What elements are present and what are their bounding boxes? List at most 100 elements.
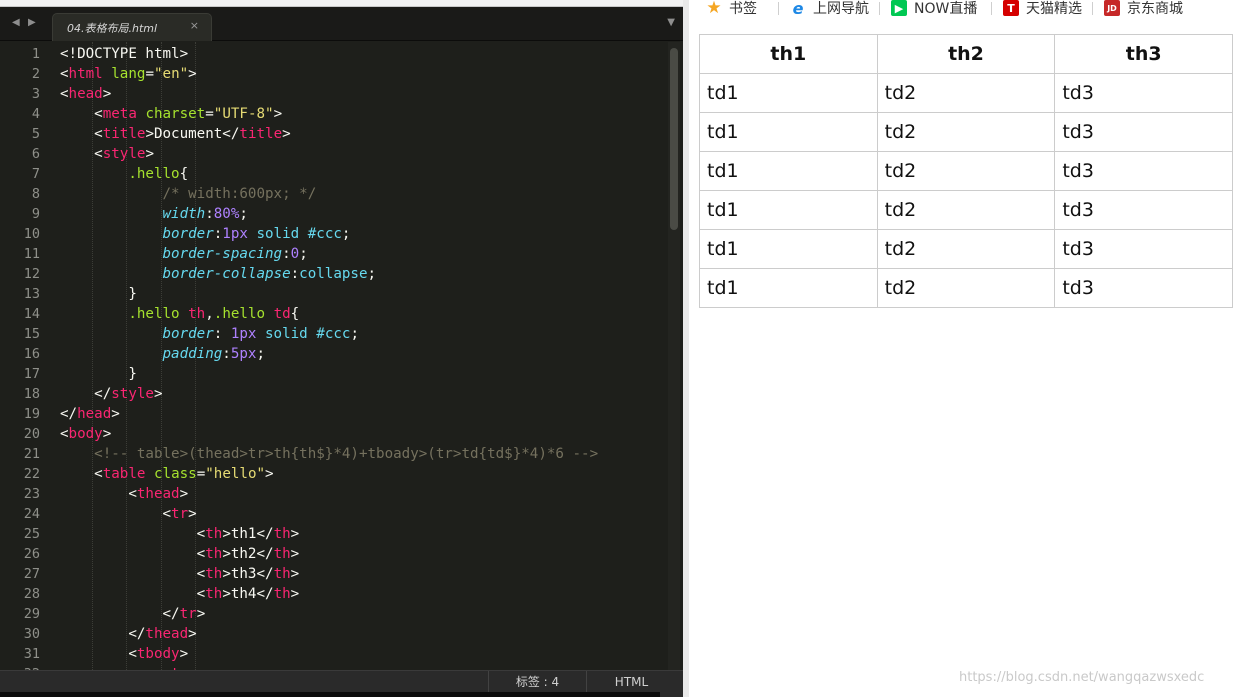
- code-token: ;: [299, 246, 308, 262]
- code-line: </tr>: [60, 604, 205, 624]
- code-token: ;: [239, 206, 248, 222]
- bookmark-ie[interactable]: e 上网导航: [790, 0, 869, 18]
- code-line: <title>Document</title>: [60, 124, 291, 144]
- code-token: "hello": [205, 466, 266, 482]
- code-token: <: [60, 146, 103, 162]
- code-line: <th>th4</th>: [60, 584, 300, 604]
- line-number: 2: [31, 66, 40, 82]
- table-cell: td2: [876, 112, 1056, 152]
- code-token: <!-- table>(thead>tr>th{th$}*4)+tboady>(…: [94, 446, 599, 462]
- line-number: 22: [23, 466, 40, 482]
- tab-menu-icon[interactable]: ▼: [667, 17, 675, 28]
- code-token: >: [290, 526, 300, 542]
- bookmark-jd[interactable]: JD 京东商城: [1104, 0, 1183, 17]
- table-row: td1 td2 td3: [699, 190, 1233, 230]
- code-token: tr: [179, 606, 197, 622]
- code-token: >th3</: [222, 566, 274, 582]
- line-number: 8: [31, 186, 40, 202]
- code-token: tr: [171, 506, 189, 522]
- code-token: th: [273, 526, 291, 542]
- code-token: <: [60, 486, 137, 502]
- line-number-gutter: 1 2 3 4 5 6 7 8 9 10 11 12 13 14 15 16 17 18 19 20 21 22 23 24 2…: [6, 42, 46, 682]
- code-token: th: [205, 526, 223, 542]
- tab-scroll-right-icon[interactable]: ▶: [28, 15, 36, 31]
- table-header-cell: th3: [1054, 34, 1233, 74]
- code-line: </style>: [60, 384, 163, 404]
- code-token: >: [153, 386, 163, 402]
- code-token: "en": [153, 66, 189, 82]
- browser-viewport: ★ 书签 e 上网导航 ▶ NOW直播 T 天猫精选 JD 京东商城 th1 th2 th3 td1 t…: [689, 0, 1233, 697]
- code-token: <: [60, 106, 103, 122]
- code-line: <style>: [60, 144, 154, 164]
- bookmark-label: 天猫精选: [1026, 1, 1082, 17]
- bookmark-now-live[interactable]: ▶ NOW直播: [891, 0, 977, 17]
- code-token: charset: [145, 106, 206, 122]
- code-line: border:1px solid #ccc;: [60, 224, 351, 244]
- code-line: .hello{: [60, 164, 188, 184]
- code-token: >: [188, 66, 197, 82]
- code-token: :: [282, 246, 291, 262]
- bookmark-separator: [1092, 2, 1093, 15]
- code-token: meta: [102, 106, 137, 122]
- table-cell: td1: [699, 190, 878, 230]
- bookmark-separator: [778, 2, 779, 15]
- code-token: thead: [145, 626, 189, 642]
- code-line: width:80%;: [60, 204, 248, 224]
- code-token: >: [290, 566, 300, 582]
- code-token: =: [205, 106, 214, 122]
- code-token: tbody: [136, 646, 180, 662]
- code-token: class: [153, 466, 197, 482]
- table-cell: td1: [699, 73, 878, 113]
- code-area[interactable]: <!DOCTYPE html> <html lang="en"> <head> <m…: [60, 42, 670, 670]
- code-token: >: [188, 626, 197, 642]
- table-cell: td3: [1054, 151, 1233, 191]
- tab-scroll-left-icon[interactable]: ◀: [12, 15, 20, 31]
- code-token: title: [102, 126, 146, 142]
- bookmark-tmall[interactable]: T 天猫精选: [1003, 0, 1082, 17]
- code-token: >th4</: [222, 586, 274, 602]
- line-number: 5: [31, 126, 40, 142]
- code-token: <: [60, 86, 69, 102]
- code-token: >: [196, 606, 206, 622]
- code-token: :: [213, 226, 223, 242]
- tab-close-icon[interactable]: ×: [190, 19, 199, 32]
- table-cell: td1: [699, 268, 878, 308]
- code-token: <: [60, 566, 206, 582]
- code-token: </: [60, 406, 78, 422]
- editor-tab-active[interactable]: 04.表格布局.html ×: [52, 13, 212, 41]
- editor-top-strip: [0, 0, 683, 7]
- line-number: 6: [31, 146, 40, 162]
- code-line: <th>th2</th>: [60, 544, 300, 564]
- code-token: {: [290, 306, 300, 322]
- bookmark-label: 京东商城: [1127, 1, 1183, 17]
- code-token: >: [179, 646, 189, 662]
- code-token: /* width:600px; */: [162, 186, 317, 202]
- editor-tab-bar: ◀ ▶ 04.表格布局.html × ▼: [0, 7, 683, 41]
- code-token: =: [145, 66, 154, 82]
- code-token: solid: [256, 226, 300, 242]
- bookmark-star[interactable]: ★ 书签: [706, 0, 757, 18]
- code-token: <: [60, 546, 206, 562]
- code-token: #ccc: [316, 326, 351, 342]
- bookmark-label: 书签: [729, 1, 757, 17]
- code-token: >: [290, 586, 300, 602]
- code-token: style: [102, 146, 146, 162]
- code-token: border: [162, 326, 214, 342]
- line-number: 3: [31, 86, 40, 102]
- code-token: =: [196, 466, 206, 482]
- code-line: </thead>: [60, 624, 197, 644]
- code-token: th: [188, 306, 206, 322]
- code-token: border-collapse: [162, 266, 291, 282]
- editor-scrollbar-thumb[interactable]: [670, 48, 678, 230]
- table-cell: td3: [1054, 229, 1233, 269]
- code-token: th: [273, 586, 291, 602]
- code-token: <: [60, 466, 103, 482]
- line-number: 1: [31, 46, 40, 62]
